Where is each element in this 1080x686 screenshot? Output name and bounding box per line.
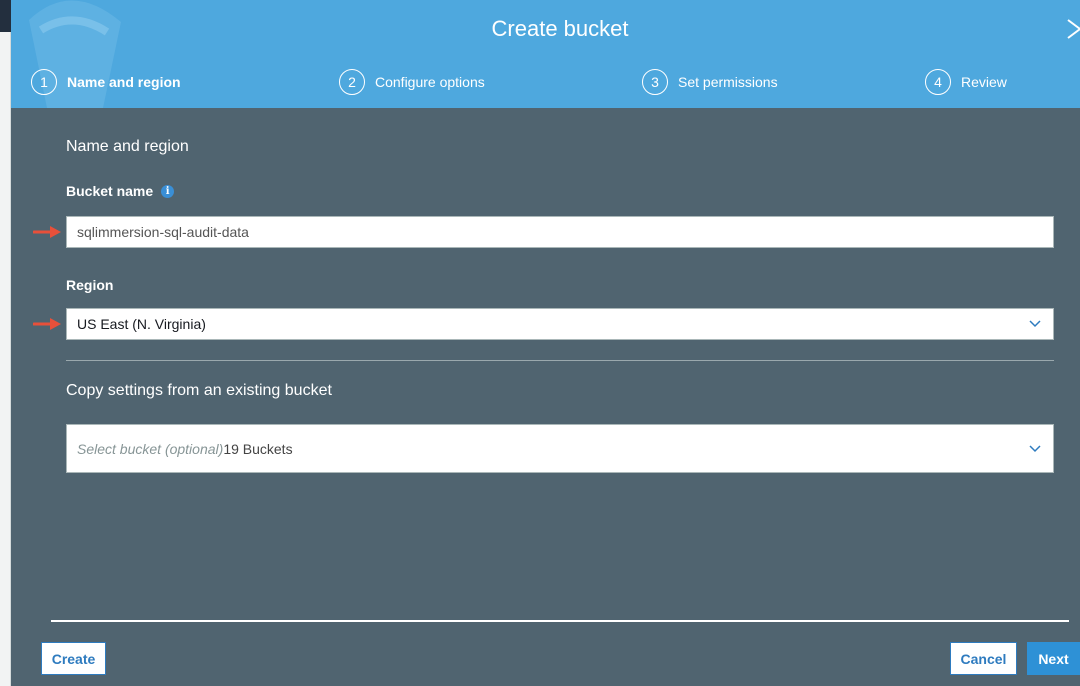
bucket-count: 19 Buckets	[223, 440, 293, 457]
bucket-name-label: Bucket name i	[66, 183, 175, 199]
step-configure-options[interactable]: 2 Configure options	[339, 68, 485, 96]
region-label: Region	[66, 277, 114, 293]
step-label: Configure options	[375, 74, 485, 90]
copy-settings-title: Copy settings from an existing bucket	[66, 382, 332, 399]
create-button[interactable]: Create	[41, 642, 106, 675]
bucket-name-label-text: Bucket name	[66, 183, 154, 199]
create-bucket-dialog: Create bucket 1 Name and region 2 Config…	[11, 0, 1080, 686]
copy-bucket-placeholder: Select bucket (optional)	[77, 440, 224, 457]
chevron-down-icon	[1029, 320, 1041, 328]
region-select[interactable]: US East (N. Virginia)	[66, 308, 1054, 340]
cancel-button[interactable]: Cancel	[950, 642, 1017, 675]
console-nav-bar	[0, 0, 11, 32]
step-number: 3	[642, 69, 668, 95]
dialog-title: Create bucket	[491, 16, 629, 41]
step-review[interactable]: 4 Review	[925, 68, 1007, 96]
step-label: Set permissions	[678, 74, 778, 90]
close-icon[interactable]	[1064, 14, 1080, 44]
section-divider	[66, 360, 1054, 361]
step-number: 4	[925, 69, 951, 95]
step-set-permissions[interactable]: 3 Set permissions	[642, 68, 778, 96]
next-button[interactable]: Next	[1027, 642, 1080, 675]
step-label: Name and region	[67, 74, 181, 90]
step-number: 1	[31, 69, 57, 95]
page: Create bucket 1 Name and region 2 Config…	[0, 0, 1080, 686]
info-icon[interactable]: i	[161, 184, 175, 198]
section-title: Name and region	[66, 138, 189, 155]
red-arrow-icon	[33, 226, 61, 238]
region-selected-value: US East (N. Virginia)	[77, 316, 206, 332]
dialog-header: Create bucket 1 Name and region 2 Config…	[11, 0, 1080, 108]
step-label: Review	[961, 74, 1007, 90]
chevron-down-icon	[1029, 444, 1041, 452]
bucket-name-input[interactable]	[66, 216, 1054, 248]
step-number: 2	[339, 69, 365, 95]
copy-bucket-select[interactable]: Select bucket (optional) 19 Buckets	[66, 424, 1054, 473]
background-page-edge	[0, 0, 11, 686]
step-name-and-region[interactable]: 1 Name and region	[31, 68, 181, 96]
wizard-steps: 1 Name and region 2 Configure options 3 …	[11, 68, 1080, 98]
red-arrow-icon	[33, 318, 61, 330]
footer-divider	[51, 620, 1069, 622]
